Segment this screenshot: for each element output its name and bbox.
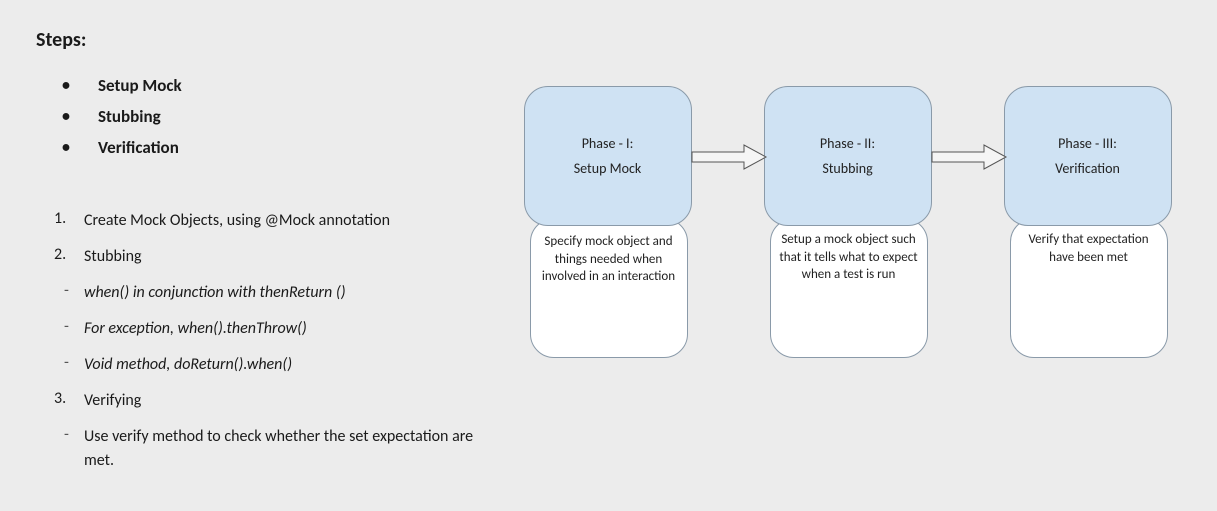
- bullet-text: Stubbing: [98, 106, 161, 127]
- phase-1-desc: Specify mock object and things needed wh…: [530, 218, 688, 358]
- step-number: 3.: [54, 389, 84, 413]
- step-number: 1.: [54, 209, 84, 233]
- phase-subtitle: Stubbing: [822, 156, 872, 181]
- dash-icon: -: [60, 425, 84, 473]
- substep-text: Use verify method to check whether the s…: [84, 425, 496, 473]
- diagram-row: Phase - I: Setup Mock Specify mock objec…: [524, 86, 1174, 358]
- bullet-text: Setup Mock: [98, 75, 182, 96]
- dash-icon: -: [60, 317, 84, 341]
- phase-title: Phase - I:: [582, 131, 634, 156]
- phase-1-group: Phase - I: Setup Mock Specify mock objec…: [524, 86, 694, 358]
- substep-text: when() in conjunction with thenReturn (): [84, 281, 346, 305]
- step-text: Stubbing: [84, 245, 142, 269]
- bullet-item-verification: Verification: [62, 132, 496, 163]
- numbered-list: 1. Create Mock Objects, using @Mock anno…: [54, 203, 496, 479]
- bullet-item-setup-mock: Setup Mock: [62, 70, 496, 101]
- phase-title: Phase - III:: [1058, 131, 1117, 156]
- step-3: 3. Verifying: [54, 383, 496, 419]
- arrow-icon: [930, 142, 1008, 172]
- phase-3-desc: Verify that expectation have been met: [1010, 218, 1168, 358]
- diagram-column: Phase - I: Setup Mock Specify mock objec…: [516, 28, 1181, 483]
- substep-text: Void method, doReturn().when(): [84, 353, 292, 377]
- substep-doreturn: - Void method, doReturn().when(): [54, 347, 496, 383]
- phase-subtitle: Setup Mock: [574, 156, 642, 181]
- phase-1-box: Phase - I: Setup Mock: [524, 86, 692, 226]
- dash-icon: -: [60, 281, 84, 305]
- phase-2-desc: Setup a mock object such that it tells w…: [770, 218, 928, 358]
- bullet-text: Verification: [98, 137, 179, 158]
- step-text: Create Mock Objects, using @Mock annotat…: [84, 209, 390, 233]
- phase-2-box: Phase - II: Stubbing: [764, 86, 932, 226]
- phase-title: Phase - II:: [820, 131, 875, 156]
- bullet-item-stubbing: Stubbing: [62, 101, 496, 132]
- step-1: 1. Create Mock Objects, using @Mock anno…: [54, 203, 496, 239]
- substep-verify: - Use verify method to check whether the…: [54, 419, 496, 479]
- dash-icon: -: [60, 353, 84, 377]
- phase-3-group: Phase - III: Verification Verify that ex…: [1004, 86, 1174, 358]
- step-number: 2.: [54, 245, 84, 269]
- phase-2-group: Phase - II: Stubbing Setup a mock object…: [764, 86, 934, 358]
- phase-subtitle: Verification: [1055, 156, 1120, 181]
- substep-when-thenreturn: - when() in conjunction with thenReturn …: [54, 275, 496, 311]
- arrow-icon: [690, 142, 768, 172]
- substep-thenthrow: - For exception, when().thenThrow(): [54, 311, 496, 347]
- step-text: Verifying: [84, 389, 141, 413]
- text-column: Steps: Setup Mock Stubbing Verification …: [36, 28, 496, 483]
- bullet-list: Setup Mock Stubbing Verification: [62, 70, 496, 163]
- phase-3-box: Phase - III: Verification: [1004, 86, 1172, 226]
- substep-text: For exception, when().thenThrow(): [84, 317, 307, 341]
- step-2: 2. Stubbing: [54, 239, 496, 275]
- steps-heading: Steps:: [36, 28, 496, 52]
